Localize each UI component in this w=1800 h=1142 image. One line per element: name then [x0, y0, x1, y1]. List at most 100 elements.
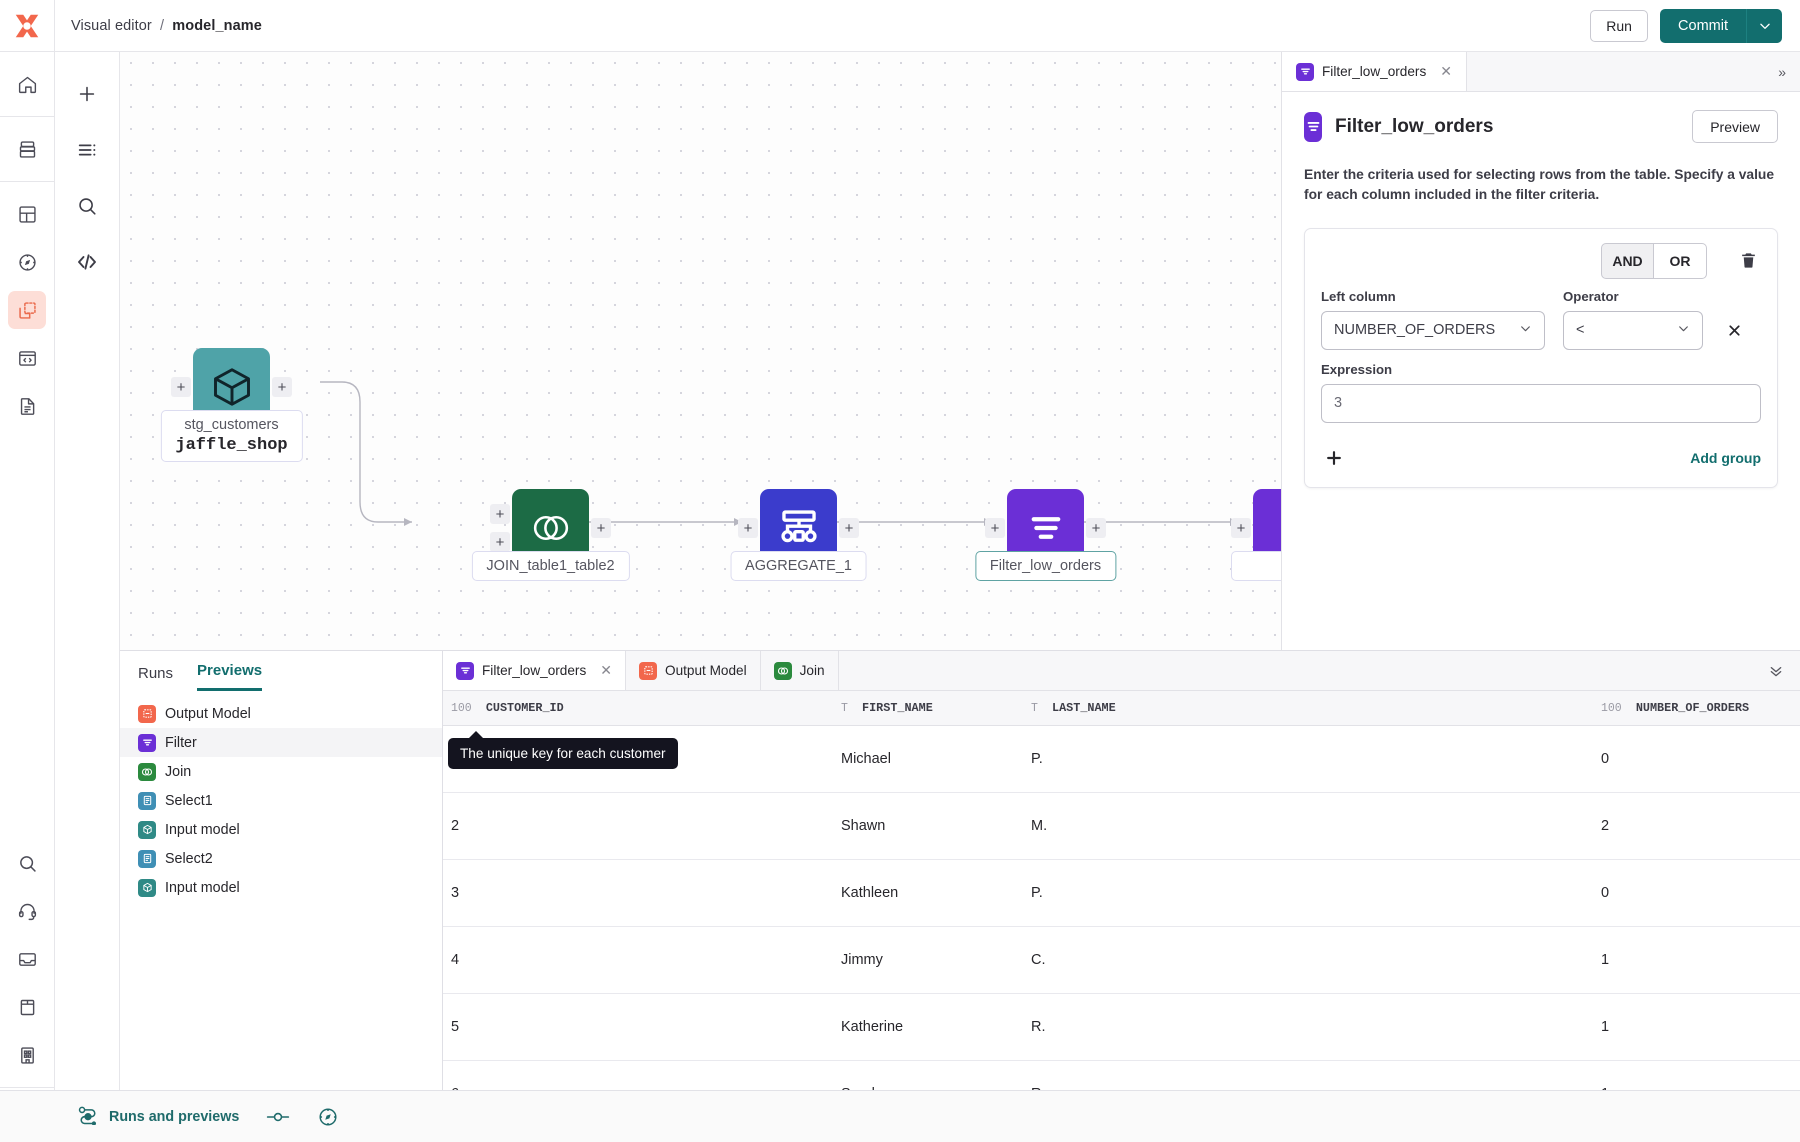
add-group-link[interactable]: Add group — [1690, 450, 1761, 466]
chevrons-right-icon[interactable]: » — [1764, 52, 1800, 91]
archive-box-icon[interactable] — [8, 988, 46, 1026]
preview-button[interactable]: Preview — [1692, 110, 1778, 143]
table-row[interactable]: 5 Katherine R. 1 — [443, 993, 1800, 1061]
table-row[interactable]: 4 Jimmy C. 1 — [443, 926, 1800, 994]
list-item-input-model-2[interactable]: Input model — [120, 873, 442, 902]
sidebar-item-home[interactable] — [8, 65, 46, 103]
column-header-number-of-orders[interactable]: 100 NUMBER_OF_ORDERS — [1593, 691, 1800, 726]
node-output-port[interactable]: + — [1086, 518, 1106, 538]
node-input-port-1[interactable]: + — [490, 504, 510, 524]
filter-funnel-icon — [138, 733, 156, 752]
canvas-node-aggregate[interactable]: + + AGGREGATE_1 — [730, 489, 867, 581]
cell-last-name: P. — [1023, 859, 1593, 927]
tab-previews[interactable]: Previews — [197, 662, 263, 691]
dbt-logo-icon[interactable] — [0, 0, 55, 52]
or-toggle-button[interactable]: OR — [1654, 242, 1707, 279]
node-output-port[interactable]: + — [591, 518, 611, 538]
list-item-select2[interactable]: Select2 — [120, 844, 442, 873]
node-output-port[interactable]: + — [839, 518, 859, 538]
run-button[interactable]: Run — [1590, 9, 1649, 42]
runs-and-previews-button[interactable]: Runs and previews — [77, 1105, 239, 1129]
compass-explore-icon[interactable] — [317, 1106, 339, 1128]
node-input-port[interactable]: + — [171, 377, 191, 397]
trash-icon[interactable] — [1735, 246, 1761, 276]
output-model-icon — [639, 661, 657, 680]
sidebar-item-database[interactable] — [8, 130, 46, 168]
list-item-input-model-1[interactable]: Input model — [120, 815, 442, 844]
node-label-line1: stg_customers — [184, 417, 279, 433]
and-toggle-button[interactable]: AND — [1601, 242, 1654, 279]
search-icon[interactable] — [8, 844, 46, 882]
commit-button-group: Commit — [1660, 8, 1782, 43]
chevron-down-icon[interactable] — [1746, 8, 1782, 43]
sidebar-item-models[interactable] — [8, 291, 46, 329]
sidebar-item-code-window[interactable] — [8, 339, 46, 377]
sidebar-item-document[interactable] — [8, 387, 46, 425]
list-item-select1[interactable]: Select1 — [120, 786, 442, 815]
building-account-icon[interactable] — [8, 1036, 46, 1074]
sidebar-item-explore[interactable] — [8, 243, 46, 281]
cell-last-name: M. — [1023, 792, 1593, 860]
cube-icon — [138, 820, 156, 839]
table-row[interactable]: 3 Kathleen P. 0 — [443, 859, 1800, 927]
node-label-stg-customers: stg_customers jaffle_shop — [160, 410, 303, 462]
column-header-label: NUMBER_OF_ORDERS — [1635, 700, 1750, 715]
sidebar-item-dashboard[interactable] — [8, 195, 46, 233]
inbox-icon[interactable] — [8, 940, 46, 978]
list-item-label: Input model — [165, 879, 240, 896]
left-column-select[interactable]: NUMBER_OF_ORDERS — [1321, 310, 1545, 350]
node-input-port[interactable]: + — [1231, 518, 1251, 538]
result-tab-output-model[interactable]: Output Model — [626, 651, 761, 690]
filter-funnel-icon — [456, 661, 474, 680]
canvas-node-join[interactable]: + + + JOIN_table1_table2 — [471, 489, 630, 581]
cell-number-of-orders: 2 — [1593, 792, 1800, 860]
remove-condition-icon[interactable] — [1721, 311, 1747, 350]
cell-last-name: C. — [1023, 926, 1593, 994]
left-column-field: Left column NUMBER_OF_ORDERS — [1321, 289, 1545, 350]
list-item-label: Select2 — [165, 850, 213, 867]
table-row[interactable]: 2 Shawn M. 2 — [443, 792, 1800, 860]
list-item-filter[interactable]: Filter — [120, 728, 442, 757]
list-item-output-model[interactable]: Output Model — [120, 699, 442, 728]
cell-last-name: P. — [1023, 725, 1593, 793]
inspector-body: Filter_low_orders Preview Enter the crit… — [1282, 92, 1800, 488]
headset-support-icon[interactable] — [8, 892, 46, 930]
result-tab-label: Output Model — [665, 663, 747, 678]
node-input-port[interactable]: + — [985, 518, 1005, 538]
operator-select[interactable]: < — [1563, 310, 1703, 350]
filter-funnel-icon — [1304, 111, 1322, 142]
runs-previews-icon — [77, 1105, 99, 1129]
canvas-search-icon[interactable] — [67, 186, 107, 226]
inspector-tab-filter-low-orders[interactable]: Filter_low_orders ✕ — [1282, 52, 1467, 91]
rail-divider-3 — [0, 1087, 55, 1088]
close-icon[interactable]: ✕ — [1440, 63, 1452, 80]
list-item-join[interactable]: Join — [120, 757, 442, 786]
add-node-button[interactable] — [67, 74, 107, 114]
lineage-list-icon[interactable] — [67, 130, 107, 170]
result-tabbar: Filter_low_orders ✕ Output Model Join — [443, 651, 1800, 691]
column-header-customer-id[interactable]: 100 CUSTOMER_ID — [443, 691, 833, 726]
top-bar-actions: Run Commit — [1590, 8, 1782, 43]
cell-number-of-orders: 1 — [1593, 993, 1800, 1061]
breadcrumb-root[interactable]: Visual editor — [71, 18, 152, 34]
add-condition-button[interactable] — [1321, 445, 1347, 471]
tab-runs[interactable]: Runs — [138, 665, 173, 691]
cell-customer-id: 5 — [443, 993, 833, 1061]
canvas-node-stg-customers[interactable]: + + stg_customers jaffle_shop — [160, 348, 303, 462]
status-toggle-icon[interactable] — [265, 1109, 291, 1125]
chevrons-down-icon[interactable] — [1752, 651, 1800, 690]
column-header-last-name[interactable]: T LAST_NAME — [1023, 691, 1593, 726]
runs-and-previews-label: Runs and previews — [109, 1108, 240, 1125]
canvas-node-filter-low-orders[interactable]: + + Filter_low_orders — [974, 489, 1117, 581]
filter-funnel-icon — [1296, 62, 1314, 81]
result-tab-filter-low-orders[interactable]: Filter_low_orders ✕ — [443, 651, 626, 690]
commit-button[interactable]: Commit — [1660, 8, 1746, 43]
result-tab-join[interactable]: Join — [760, 651, 839, 690]
node-output-port[interactable]: + — [272, 377, 292, 397]
code-brackets-icon[interactable] — [67, 242, 107, 282]
node-input-port[interactable]: + — [738, 518, 758, 538]
node-input-port-2[interactable]: + — [490, 532, 510, 552]
expression-input[interactable]: 3 — [1321, 383, 1761, 423]
close-icon[interactable]: ✕ — [600, 662, 612, 679]
column-header-first-name[interactable]: T FIRST_NAME — [833, 691, 1023, 726]
